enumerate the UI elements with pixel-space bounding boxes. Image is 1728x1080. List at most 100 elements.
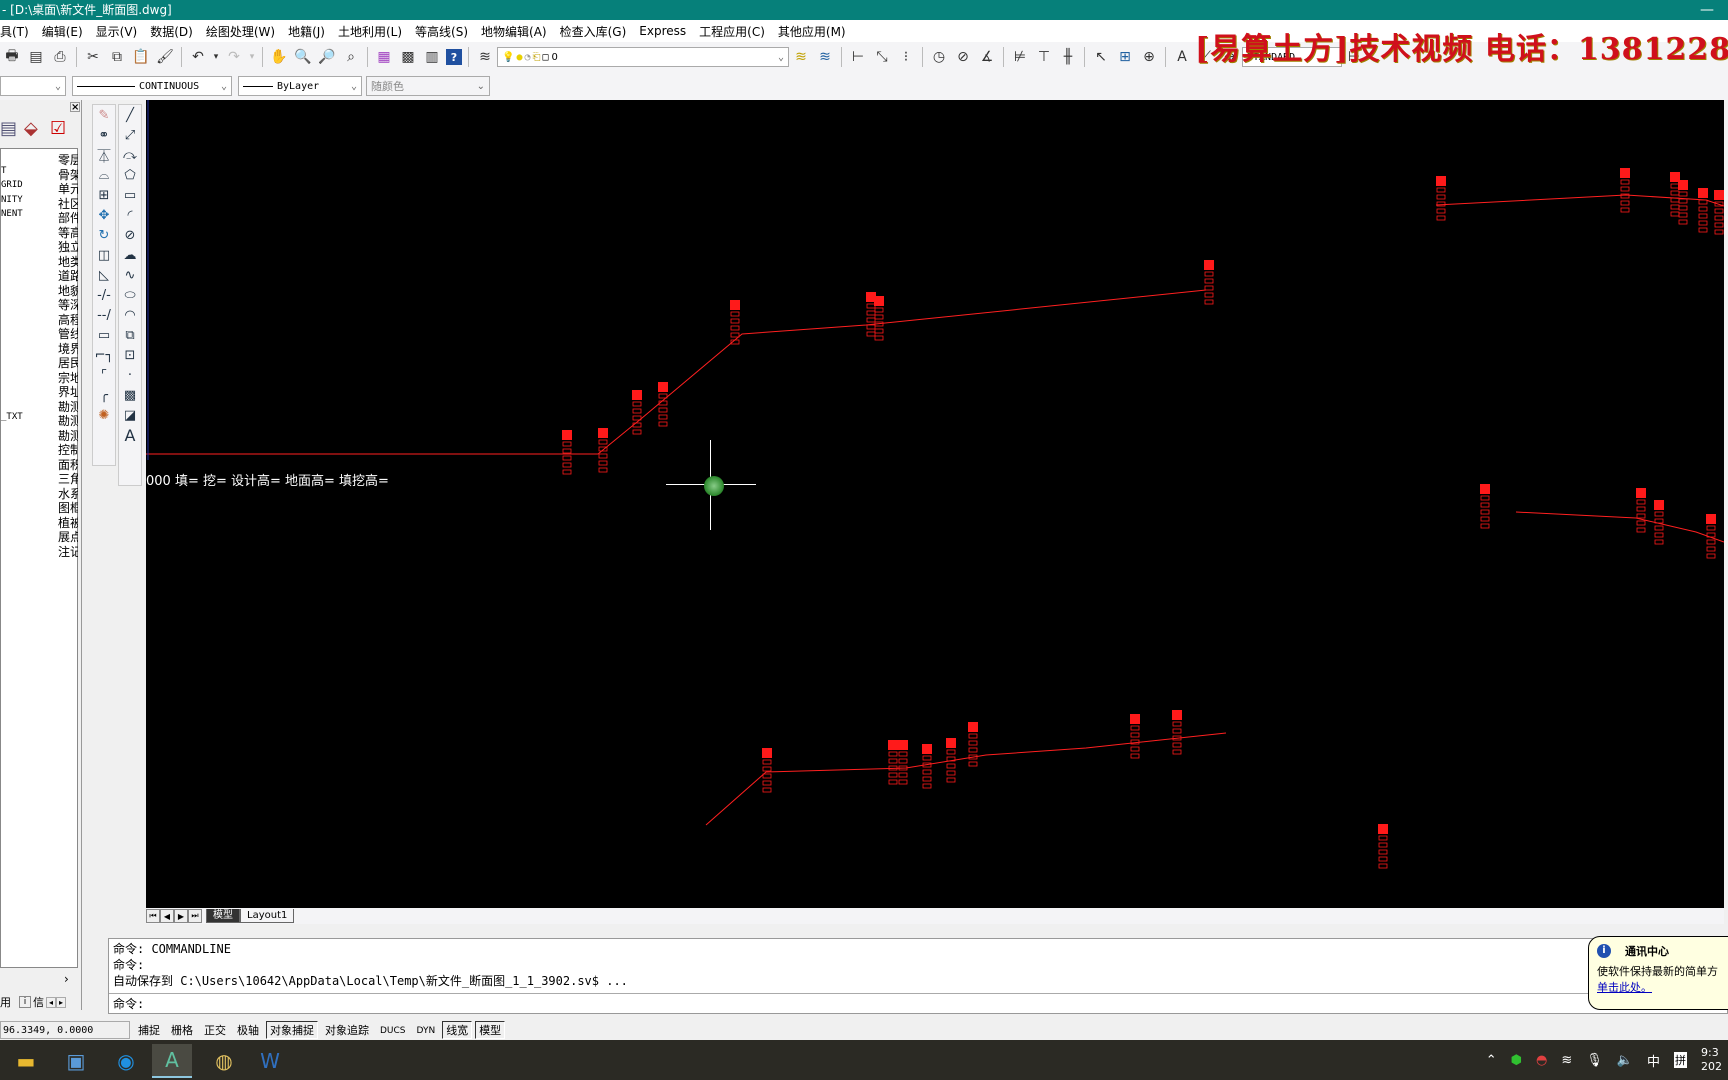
cad-app-icon[interactable]: A: [152, 1044, 192, 1078]
print-preview-icon[interactable]: ▤: [26, 47, 46, 67]
tab-model[interactable]: 模型: [206, 909, 240, 923]
layer-row[interactable]: 居民: [1, 354, 79, 370]
scale-icon[interactable]: ◫: [93, 245, 115, 265]
clock[interactable]: 9:3 202: [1701, 1046, 1722, 1074]
layer-row[interactable]: 等深: [1, 296, 79, 312]
layer-list[interactable]: 零层 T 骨架 GRID 单元 NITY 社区 NENT 部件 等高 独立 地类 道路 地貌 等深 高程 管线境…: [0, 148, 78, 968]
revision-cloud-icon[interactable]: ☁: [119, 245, 141, 265]
show-hidden-icons[interactable]: ⌃: [1486, 1053, 1497, 1068]
arc-icon[interactable]: ◜: [119, 205, 141, 225]
layer-row[interactable]: 等高: [1, 224, 79, 240]
publish-icon[interactable]: ⎙: [50, 47, 70, 67]
quick-dimension-icon[interactable]: ⊭: [1010, 47, 1030, 67]
circle-icon[interactable]: ⊘: [119, 225, 141, 245]
print-icon[interactable]: 🖶: [2, 47, 22, 67]
radius-dimension-icon[interactable]: ◷: [929, 47, 949, 67]
center-mark-icon[interactable]: ⊕: [1139, 47, 1159, 67]
pan-icon[interactable]: ✋: [269, 47, 289, 67]
checkbox-icon[interactable]: ☑: [50, 118, 66, 139]
explode-icon[interactable]: ✺: [93, 405, 115, 425]
layer-row[interactable]: 地貌: [1, 282, 79, 298]
status-toggle[interactable]: 对象追踪: [321, 1021, 373, 1039]
layer-row[interactable]: 水系: [1, 485, 79, 501]
layer-row[interactable]: NENT 部件: [1, 209, 79, 225]
scroll-right-icon[interactable]: ›: [64, 972, 69, 986]
polygon-icon[interactable]: ⬠: [119, 165, 141, 185]
tab-scroll-left[interactable]: ◂: [46, 996, 57, 1008]
layer-row[interactable]: NITY 社区: [1, 195, 79, 211]
make-block-icon[interactable]: ⊡: [119, 345, 141, 365]
fillet-icon[interactable]: ╭: [93, 385, 115, 405]
move-icon[interactable]: ✥: [93, 205, 115, 225]
prev-tab-button[interactable]: ◀: [160, 909, 174, 923]
security-icon[interactable]: ⬢: [1511, 1053, 1522, 1068]
diameter-dimension-icon[interactable]: ⊘: [953, 47, 973, 67]
layer-row[interactable]: 植被: [1, 514, 79, 530]
linetype-dropdown[interactable]: CONTINUOUS ⌄: [72, 76, 232, 96]
qq-icon[interactable]: ◓: [1536, 1053, 1547, 1068]
undo-icon[interactable]: ↶: [188, 47, 208, 67]
status-toggle[interactable]: 线宽: [442, 1021, 473, 1039]
menu-feature-edit[interactable]: 地物编辑(A): [481, 23, 554, 40]
hatch-icon[interactable]: ▩: [119, 385, 141, 405]
layer-row[interactable]: 零层: [1, 151, 79, 167]
menu-other[interactable]: 其他应用(M): [778, 23, 853, 40]
menu-tools[interactable]: 具(T): [0, 23, 36, 40]
status-toggle[interactable]: DYN: [413, 1021, 440, 1039]
offset-icon[interactable]: ⌓: [93, 165, 115, 185]
tolerance-icon[interactable]: ⊞: [1115, 47, 1135, 67]
construction-line-icon[interactable]: ⤢: [119, 125, 141, 145]
insert-block-icon[interactable]: ⧉: [119, 325, 141, 345]
aligned-dimension-icon[interactable]: ⤡: [872, 47, 892, 67]
copy-object-icon[interactable]: ⚭: [93, 125, 115, 145]
undo-dropdown-icon[interactable]: ▾: [212, 47, 220, 67]
tab-info[interactable]: 信: [33, 994, 44, 1010]
microphone-icon[interactable]: 🎙: [1586, 1053, 1603, 1068]
menu-landuse[interactable]: 土地利用(L): [338, 23, 409, 40]
line-icon[interactable]: ╱: [119, 105, 141, 125]
layer-row[interactable]: 道路: [1, 267, 79, 283]
copy-icon[interactable]: ⧉: [107, 47, 127, 67]
command-input[interactable]: 命令:: [113, 996, 144, 1012]
status-toggle[interactable]: 栅格: [167, 1021, 197, 1039]
erase-icon[interactable]: ✎: [93, 105, 115, 125]
layer-tool-icon[interactable]: ▤: [0, 118, 17, 139]
rectangle-icon[interactable]: ▭: [119, 185, 141, 205]
stretch-icon[interactable]: ◺: [93, 265, 115, 285]
status-toggle[interactable]: 极轴: [233, 1021, 263, 1039]
menu-express[interactable]: Express: [639, 24, 693, 38]
layer-manager-icon[interactable]: ≋: [475, 47, 495, 67]
baseline-dimension-icon[interactable]: ⊤: [1034, 47, 1054, 67]
ellipse-arc-icon[interactable]: ◠: [119, 305, 141, 325]
communication-center-balloon[interactable]: i 通讯中心 使软件保持最新的简单方 单击此处。: [1588, 936, 1728, 1010]
tab-layout1[interactable]: Layout1: [240, 909, 295, 923]
layer-row[interactable]: GRID 单元: [1, 180, 79, 196]
layer-row[interactable]: 独立: [1, 238, 79, 254]
layer-state-icon[interactable]: ⬙: [24, 118, 38, 139]
spline-icon[interactable]: ∿: [119, 265, 141, 285]
layer-row[interactable]: 管线: [1, 325, 79, 341]
layer-row[interactable]: 三角: [1, 470, 79, 486]
paste-icon[interactable]: 📋: [131, 47, 151, 67]
layer-previous-icon[interactable]: ≋: [815, 47, 835, 67]
menu-check[interactable]: 检查入库(G): [560, 23, 634, 40]
layer-row[interactable]: 高程: [1, 311, 79, 327]
chamfer-icon[interactable]: ⌜: [93, 365, 115, 385]
ime-mode[interactable]: 中: [1647, 1051, 1660, 1070]
layer-dropdown[interactable]: 💡 ● ◔ ⎗ □ 0 ⌄: [497, 47, 789, 67]
break-icon[interactable]: ⌐┐: [93, 345, 115, 365]
balloon-link[interactable]: 单击此处。: [1597, 979, 1728, 995]
ime-pinyin[interactable]: 拼: [1674, 1052, 1687, 1068]
layer-row[interactable]: 图框: [1, 499, 79, 515]
last-tab-button[interactable]: ⏭: [188, 909, 202, 923]
drawing-canvas[interactable]: 000 填= 挖= 设计高= 地面高= 填挖高=: [146, 100, 1724, 908]
zoom-realtime-icon[interactable]: 🔍: [293, 47, 313, 67]
remote-desktop-icon[interactable]: ▣: [56, 1044, 96, 1078]
plotstyle-dropdown[interactable]: 随颜色 ⌄: [366, 76, 490, 96]
cut-icon[interactable]: ✂: [83, 47, 103, 67]
app-icon[interactable]: ◍: [204, 1044, 244, 1078]
ellipse-icon[interactable]: ⬭: [119, 285, 141, 305]
layer-row[interactable]: 控制: [1, 441, 79, 457]
mirror-icon[interactable]: ⏄: [93, 145, 115, 165]
menu-view[interactable]: 显示(V): [96, 23, 145, 40]
